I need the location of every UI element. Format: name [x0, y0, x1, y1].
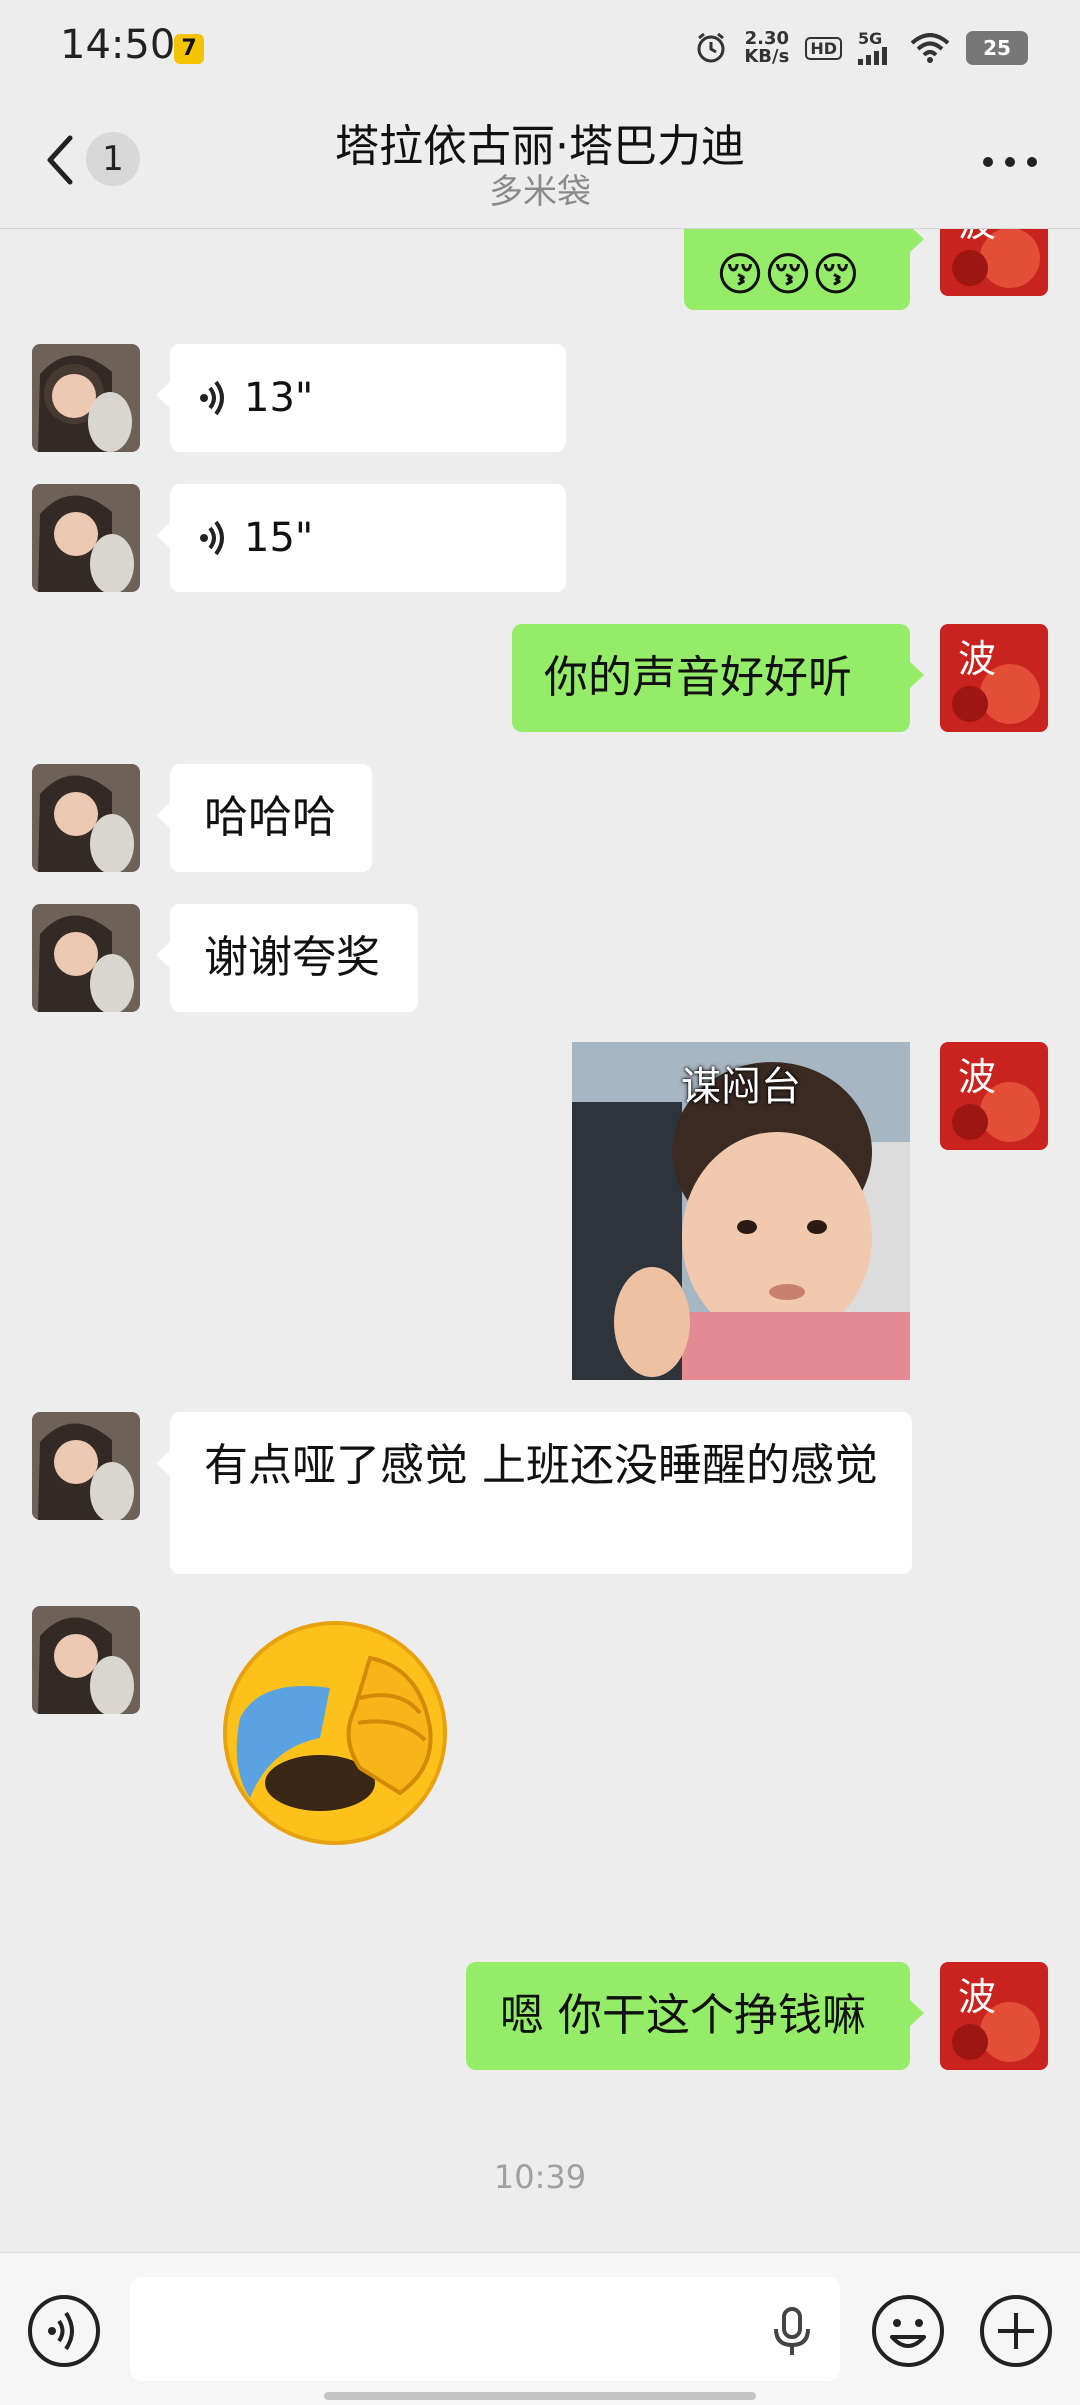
- message-text: 你的声音好好听: [544, 652, 852, 703]
- message-bubble-incoming[interactable]: 谢谢夸奖: [156, 904, 418, 1012]
- message-bubble-outgoing[interactable]: 嗯 你干这个挣钱嘛: [466, 1962, 924, 2070]
- hd-icon: HD: [805, 36, 842, 60]
- battery-icon: 25: [966, 31, 1028, 65]
- contact-avatar[interactable]: [32, 484, 140, 592]
- plus-icon: [980, 2295, 1052, 2367]
- svg-text:波: 波: [958, 637, 996, 681]
- home-indicator[interactable]: [324, 2392, 756, 2400]
- contact-avatar[interactable]: [32, 904, 140, 1012]
- message-bubble-incoming[interactable]: 哈哈哈: [156, 764, 372, 872]
- message-text: 😚😚😚: [716, 247, 860, 301]
- status-bar: 14:50 7 2.30 KB/s HD 5G 25: [0, 0, 1080, 92]
- message-text: 哈哈哈: [204, 792, 336, 843]
- message-bubble-outgoing[interactable]: 你的声音好好听: [512, 624, 924, 732]
- network-type-label: 5G: [858, 29, 883, 48]
- message-input[interactable]: [130, 2277, 840, 2381]
- emoji-icon: [872, 2295, 944, 2367]
- facepalm-crying-emoji-icon: [223, 1621, 447, 1845]
- message-bubble-incoming[interactable]: 有点哑了感觉 上班还没睡醒的感觉: [156, 1412, 912, 1574]
- microphone-icon: [774, 2307, 810, 2355]
- voice-mode-icon: [28, 2295, 100, 2367]
- svg-text:波: 波: [958, 1975, 996, 2019]
- voice-duration: 15": [244, 515, 314, 561]
- voice-mode-button[interactable]: [26, 2293, 102, 2369]
- network-speed-unit: KB/s: [744, 46, 790, 67]
- message-timestamp: 10:39: [493, 2158, 587, 2196]
- message-bubble-outgoing[interactable]: 😚😚😚: [684, 228, 924, 310]
- contact-avatar[interactable]: [32, 1606, 140, 1714]
- voice-message[interactable]: 15": [156, 484, 566, 592]
- my-avatar[interactable]: 波: [940, 1042, 1048, 1150]
- big-emoji-message[interactable]: [220, 1618, 450, 1848]
- signal-5g-icon: 5G: [858, 31, 894, 65]
- more-functions-button[interactable]: [978, 2293, 1054, 2369]
- wifi-icon: [910, 33, 950, 63]
- message-text: 有点哑了感觉 上班还没睡醒的感觉: [204, 1440, 878, 1491]
- chat-header: 1 塔拉依古丽·塔巴力迪 多米袋: [0, 92, 1080, 229]
- message-list[interactable]: 😚😚😚 波 13" 15" 你的声音好好听 波 哈哈哈 谢谢夸奖: [0, 228, 1080, 2252]
- voice-wave-icon: [200, 520, 224, 556]
- alarm-icon: [694, 31, 728, 65]
- my-avatar[interactable]: 波: [940, 1962, 1048, 2070]
- status-time: 14:50: [60, 22, 176, 68]
- sticker-caption: 谋闷台: [681, 1064, 801, 1110]
- voice-wave-icon: [200, 380, 224, 416]
- app-notification-icon: 7: [174, 34, 204, 64]
- svg-text:波: 波: [958, 228, 996, 245]
- microphone-button[interactable]: [772, 2307, 812, 2357]
- more-options-button[interactable]: [980, 152, 1040, 172]
- message-text: 谢谢夸奖: [204, 932, 380, 983]
- voice-duration: 13": [244, 375, 314, 421]
- sticker-message[interactable]: 谋闷台: [572, 1042, 910, 1380]
- message-text: 嗯 你干这个挣钱嘛: [500, 1990, 866, 2041]
- contact-avatar[interactable]: [32, 764, 140, 872]
- my-avatar[interactable]: 波: [940, 228, 1048, 296]
- more-dots-icon: [983, 157, 1037, 167]
- network-speed: 2.30 KB/s: [744, 30, 789, 66]
- emoji-button[interactable]: [870, 2293, 946, 2369]
- my-avatar[interactable]: 波: [940, 624, 1048, 732]
- voice-message[interactable]: 13": [156, 344, 566, 452]
- chat-subtitle: 多米袋: [489, 172, 591, 212]
- contact-avatar[interactable]: [32, 344, 140, 452]
- status-icons: 2.30 KB/s HD 5G 25: [694, 26, 1028, 70]
- contact-avatar[interactable]: [32, 1412, 140, 1520]
- svg-text:波: 波: [958, 1055, 996, 1099]
- input-bar: [0, 2252, 1080, 2405]
